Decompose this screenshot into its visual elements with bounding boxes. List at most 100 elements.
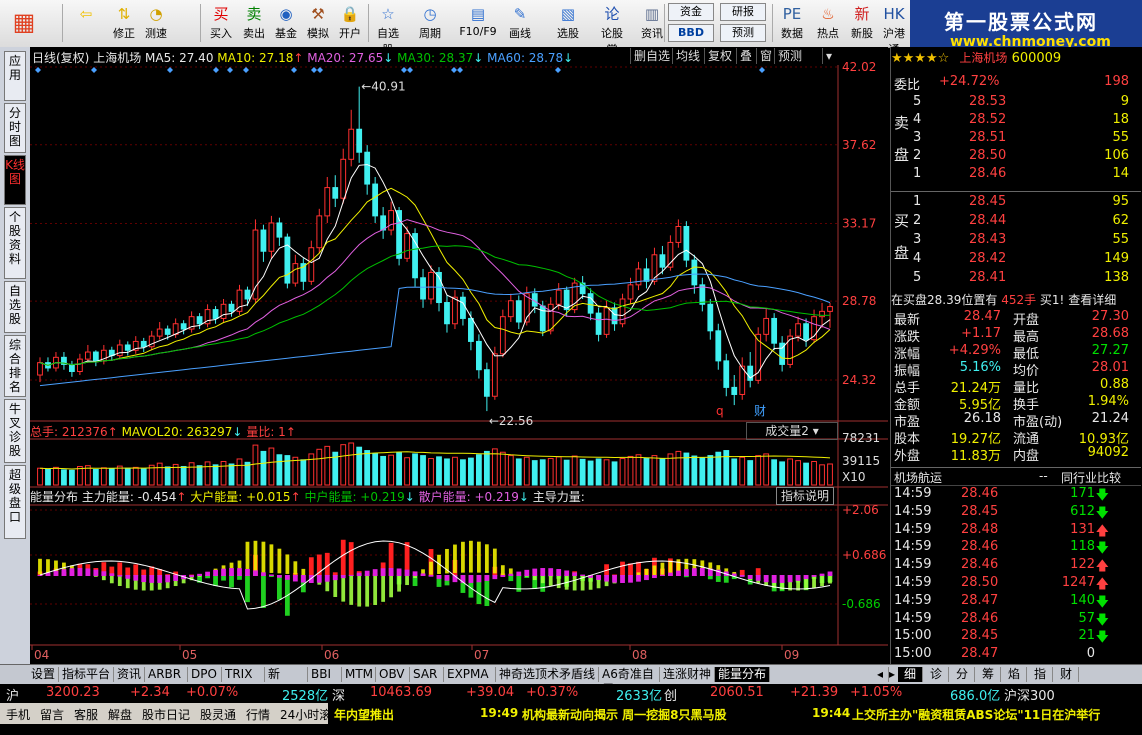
toolbar-speed-gauge-button[interactable]: ◔ 测速 xyxy=(140,2,172,45)
news-ticker-1[interactable]: 年内望推出 xyxy=(334,706,394,723)
left-tab-5[interactable]: 综合排名 xyxy=(4,335,26,397)
status-item-2[interactable]: 客服 xyxy=(74,706,98,723)
indicator-tab-15[interactable]: 能量分布 xyxy=(715,667,770,682)
toolbar-hammer-button[interactable]: ⚒ 模拟 xyxy=(302,2,334,45)
toolbar-lun-button[interactable]: 论论股堂 xyxy=(596,2,628,56)
volume-bar xyxy=(452,456,458,486)
indicator-tab-5[interactable]: TRIX xyxy=(222,667,265,682)
chart-svg[interactable]: 42.02 37.62 33.17 28.78 24.32 ←40.91 ←22.56 q 财 7… xyxy=(30,47,888,664)
candle-body xyxy=(92,351,99,362)
indicator-tab-1[interactable]: 指标平台 xyxy=(59,667,114,682)
indicator-tab-2[interactable]: 资讯 xyxy=(114,667,145,682)
tab-jichanghangyun[interactable]: 机场航运 xyxy=(894,469,942,486)
left-tab-4[interactable]: 自选股 xyxy=(4,281,26,333)
yuce-button[interactable]: 预测 xyxy=(720,24,766,42)
right-panel-tab-2[interactable]: 分 xyxy=(950,667,975,682)
volume-bar xyxy=(252,444,259,486)
toolbar-doc-button[interactable]: ▤ F10/F9 xyxy=(456,2,500,45)
right-panel-tab-0[interactable]: 细 xyxy=(898,667,923,682)
volume-bar xyxy=(771,459,778,486)
indicator-tab-9[interactable]: OBV xyxy=(376,667,410,682)
energy-bar-retail xyxy=(261,572,266,576)
energy-bar-retail xyxy=(109,573,115,576)
toolbar-ipo-button[interactable]: 新新股 xyxy=(846,2,878,45)
indicator-tab-12[interactable]: 神奇选顶术矛盾线 xyxy=(496,667,599,682)
indicator-tab-13[interactable]: A6奇准自用 xyxy=(599,667,660,696)
event-diamond-icon xyxy=(311,67,317,73)
status-item-0[interactable]: 手机 xyxy=(6,706,30,723)
indicator-tab-10[interactable]: SAR xyxy=(410,667,444,682)
right-panel-tab-1[interactable]: 诊 xyxy=(924,667,949,682)
energy-bar-secondary xyxy=(285,554,290,574)
indicator-explain-button[interactable]: 指标说明 xyxy=(776,487,834,505)
status-item-4[interactable]: 股市日记 xyxy=(142,706,190,723)
toolbar-star-button[interactable]: ☆自选股 xyxy=(372,2,404,56)
event-diamond-icon xyxy=(457,67,463,73)
toolbar-grid-logo-button[interactable]: ▦ xyxy=(8,2,40,45)
left-tab-2[interactable]: K线图 xyxy=(4,155,26,205)
toolbar-back-arrow-button[interactable]: ⇦ xyxy=(70,2,102,45)
indicator-tab-7[interactable]: BBI xyxy=(308,667,342,682)
energy-bar-secondary xyxy=(38,558,42,575)
toolbar-buy-button[interactable]: 买买入 xyxy=(205,2,237,45)
toolbar-fund-button[interactable]: ◉ 基金 xyxy=(270,2,302,45)
view-detail-link[interactable]: 查看详细 xyxy=(1068,293,1116,307)
big-order-hint[interactable]: 在买盘28.39位置有 452手 买1! 查看详细 xyxy=(891,291,1141,308)
right-panel-tab-3[interactable]: 筹 xyxy=(976,667,1001,682)
left-tab-7[interactable]: 超级盘口 xyxy=(4,465,26,539)
news-ticker-3[interactable]: 上交所主办"融资租赁ABS论坛"11日在沪举行 xyxy=(852,706,1100,723)
left-tab-6[interactable]: 牛叉诊股 xyxy=(4,399,26,463)
energy-bar-retail xyxy=(101,571,107,576)
left-tab-0[interactable]: 应用 xyxy=(4,51,26,101)
energy-bar-secondary xyxy=(484,544,489,573)
status-item-5[interactable]: 股灵通 xyxy=(200,706,236,723)
toolbar-clock-button[interactable]: ◷ 周期 xyxy=(414,2,446,45)
toolbar-chart-button[interactable]: ▧ 选股 xyxy=(552,2,584,45)
toolbar-sell-button[interactable]: 卖卖出 xyxy=(238,2,270,45)
indicator-tab-6[interactable]: 新DMA xyxy=(265,667,308,696)
indicator-tab-3[interactable]: ARBR xyxy=(145,667,188,682)
toolbar-hk-sse-button[interactable]: HK沪港通 xyxy=(878,2,910,56)
kline-chart-area[interactable]: 日线(复权) 上海机场 MA5: 27.40 MA10: 27.18↑ MA20… xyxy=(30,47,888,664)
status-item-6[interactable]: 行情 xyxy=(246,706,270,723)
bbd-button[interactable]: BBD xyxy=(668,24,714,42)
candle-body xyxy=(827,306,833,312)
volume-bar xyxy=(436,456,442,486)
energy-bar-retail xyxy=(660,574,665,576)
toolbar-up-down-arrows-button[interactable]: ⇅ 修正 xyxy=(108,2,140,45)
volume-indicator-select[interactable]: 成交量2 ▾ xyxy=(746,422,838,440)
energy-bar-secondary xyxy=(660,562,665,575)
status-item-3[interactable]: 解盘 xyxy=(108,706,132,723)
energy-bar-retail xyxy=(77,568,83,576)
toolbar-pencil-button[interactable]: ✎ 画线 xyxy=(504,2,536,45)
pe-icon: PE xyxy=(782,5,802,23)
indicator-tab-8[interactable]: MTM xyxy=(342,667,376,682)
yanbao-button[interactable]: 研报 xyxy=(720,3,766,21)
energy-bar-retail xyxy=(276,575,282,578)
volume-bar xyxy=(635,454,642,486)
right-panel-tab-5[interactable]: 指 xyxy=(1028,667,1053,682)
indicator-tab-0[interactable]: 设置 xyxy=(28,667,59,682)
energy-bar-retail xyxy=(755,575,761,581)
indicator-tab-14[interactable]: 连涨财神 xyxy=(660,667,715,682)
candle-body xyxy=(731,386,738,395)
indicator-tab-11[interactable]: EXPMA xyxy=(444,667,496,682)
energy-bar-retail xyxy=(580,574,586,576)
energy-bar-retail xyxy=(540,568,546,576)
toolbar-lock-button[interactable]: 🔒 开户 xyxy=(334,2,366,45)
zijin-button[interactable]: 资金 xyxy=(668,3,714,21)
left-tab-3[interactable]: 个股资料 xyxy=(4,207,26,279)
candle-body xyxy=(491,353,498,397)
toolbar-pe-button[interactable]: PE 数据 xyxy=(776,2,808,45)
indicator-tab-4[interactable]: DPO xyxy=(188,667,222,682)
left-tab-1[interactable]: 分时图 xyxy=(4,103,26,153)
volume-bar xyxy=(196,465,203,486)
left-side-tabs: 应用 分时图 K线图 个股资料 自选股 综合排名 牛叉诊股 超级盘口 xyxy=(0,47,31,664)
tab-compare[interactable]: 同行业比较 xyxy=(1061,469,1121,486)
toolbar-fire-button[interactable]: ♨ 热点 xyxy=(812,2,844,45)
news-ticker-2[interactable]: 机构最新动向揭示 周一挖掘8只黑马股 xyxy=(522,706,727,723)
status-item-1[interactable]: 留言 xyxy=(40,706,64,723)
right-panel-tab-4[interactable]: 焰 xyxy=(1002,667,1027,682)
energy-bar-retail xyxy=(428,575,434,577)
right-panel-tab-6[interactable]: 财 xyxy=(1054,667,1079,682)
